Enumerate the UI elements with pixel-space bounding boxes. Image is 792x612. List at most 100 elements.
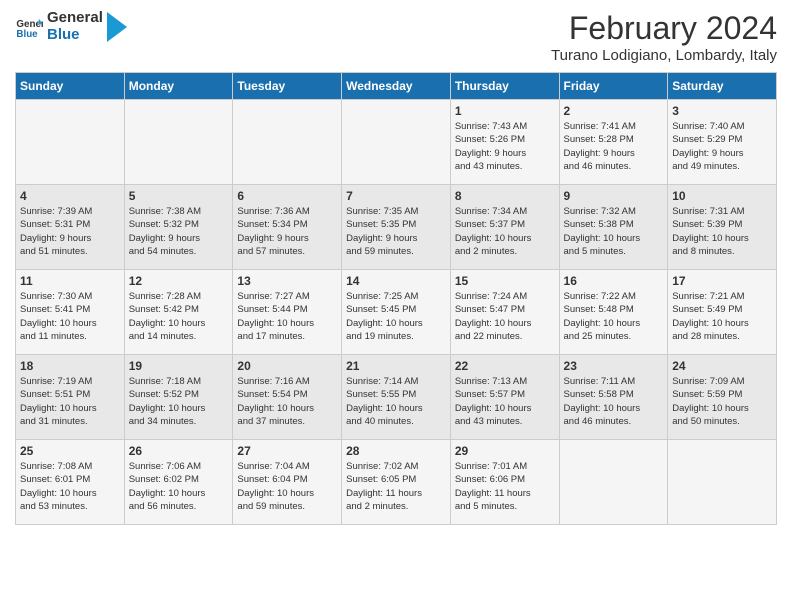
day-header-sunday: Sunday (16, 73, 125, 100)
calendar-cell: 19 Sunrise: 7:18 AM Sunset: 5:52 PM Dayli… (124, 355, 233, 440)
calendar-week-4: 18 Sunrise: 7:19 AM Sunset: 5:51 PM Dayli… (16, 355, 777, 440)
calendar-cell: 16Sunrise: 7:22 AM Sunset: 5:48 PM Dayli… (559, 270, 668, 355)
calendar-cell: 28Sunrise: 7:02 AM Sunset: 6:05 PM Dayli… (342, 440, 451, 525)
day-header-monday: Monday (124, 73, 233, 100)
logo-icon: General Blue (15, 13, 43, 41)
day-info: Sunrise: 7:09 AM Sunset: 5:59 PM Dayligh… (672, 375, 772, 428)
day-number: 25 (20, 444, 120, 458)
day-number: 26 (129, 444, 229, 458)
calendar-cell: 9 Sunrise: 7:32 AM Sunset: 5:38 PM Daylig… (559, 185, 668, 270)
day-number: 8 (455, 189, 555, 203)
main-title: February 2024 (551, 10, 777, 47)
day-number: 13 (237, 274, 337, 288)
day-number: 17 (672, 274, 772, 288)
day-header-friday: Friday (559, 73, 668, 100)
day-info: Sunrise: 7:41 AM Sunset: 5:28 PM Dayligh… (564, 120, 664, 173)
calendar-cell (559, 440, 668, 525)
calendar-cell: 26 Sunrise: 7:06 AM Sunset: 6:02 PM Dayli… (124, 440, 233, 525)
day-number: 27 (237, 444, 337, 458)
calendar-cell: 25Sunrise: 7:08 AM Sunset: 6:01 PM Dayli… (16, 440, 125, 525)
day-info: Sunrise: 7:32 AM Sunset: 5:38 PM Dayligh… (564, 205, 664, 258)
calendar-cell: 10 Sunrise: 7:31 AM Sunset: 5:39 PM Dayli… (668, 185, 777, 270)
day-number: 10 (672, 189, 772, 203)
day-number: 20 (237, 359, 337, 373)
day-number: 19 (129, 359, 229, 373)
day-info: Sunrise: 7:25 AM Sunset: 5:45 PM Dayligh… (346, 290, 446, 343)
title-section: February 2024 Turano Lodigiano, Lombardy… (551, 10, 777, 64)
calendar-week-1: 1 Sunrise: 7:43 AM Sunset: 5:26 PM Daylig… (16, 100, 777, 185)
calendar-cell: 2 Sunrise: 7:41 AM Sunset: 5:28 PM Daylig… (559, 100, 668, 185)
day-info: Sunrise: 7:35 AM Sunset: 5:35 PM Dayligh… (346, 205, 446, 258)
calendar-cell: 23Sunrise: 7:11 AM Sunset: 5:58 PM Dayli… (559, 355, 668, 440)
day-number: 23 (564, 359, 664, 373)
day-number: 12 (129, 274, 229, 288)
calendar-cell: 5 Sunrise: 7:38 AM Sunset: 5:32 PM Daylig… (124, 185, 233, 270)
calendar-cell: 12 Sunrise: 7:28 AM Sunset: 5:42 PM Dayli… (124, 270, 233, 355)
day-info: Sunrise: 7:30 AM Sunset: 5:41 PM Dayligh… (20, 290, 120, 343)
calendar-cell (16, 100, 125, 185)
day-header-tuesday: Tuesday (233, 73, 342, 100)
calendar-table: SundayMondayTuesdayWednesdayThursdayFrid… (15, 72, 777, 525)
calendar-cell: 4 Sunrise: 7:39 AM Sunset: 5:31 PM Daylig… (16, 185, 125, 270)
calendar-cell: 6 Sunrise: 7:36 AM Sunset: 5:34 PM Daylig… (233, 185, 342, 270)
calendar-cell: 3 Sunrise: 7:40 AM Sunset: 5:29 PM Daylig… (668, 100, 777, 185)
day-info: Sunrise: 7:28 AM Sunset: 5:42 PM Dayligh… (129, 290, 229, 343)
day-number: 9 (564, 189, 664, 203)
day-header-thursday: Thursday (450, 73, 559, 100)
sub-title: Turano Lodigiano, Lombardy, Italy (551, 47, 777, 64)
day-number: 28 (346, 444, 446, 458)
day-number: 18 (20, 359, 120, 373)
day-number: 29 (455, 444, 555, 458)
calendar-cell: 8 Sunrise: 7:34 AM Sunset: 5:37 PM Daylig… (450, 185, 559, 270)
calendar-week-2: 4 Sunrise: 7:39 AM Sunset: 5:31 PM Daylig… (16, 185, 777, 270)
calendar-cell: 27Sunrise: 7:04 AM Sunset: 6:04 PM Dayli… (233, 440, 342, 525)
day-info: Sunrise: 7:27 AM Sunset: 5:44 PM Dayligh… (237, 290, 337, 343)
day-info: Sunrise: 7:22 AM Sunset: 5:48 PM Dayligh… (564, 290, 664, 343)
day-info: Sunrise: 7:24 AM Sunset: 5:47 PM Dayligh… (455, 290, 555, 343)
calendar-cell: 20Sunrise: 7:16 AM Sunset: 5:54 PM Dayli… (233, 355, 342, 440)
day-info: Sunrise: 7:40 AM Sunset: 5:29 PM Dayligh… (672, 120, 772, 173)
logo-arrow-icon (107, 12, 127, 42)
calendar-cell: 13 Sunrise: 7:27 AM Sunset: 5:44 PM Dayli… (233, 270, 342, 355)
calendar-cell: 22 Sunrise: 7:13 AM Sunset: 5:57 PM Dayli… (450, 355, 559, 440)
day-number: 5 (129, 189, 229, 203)
day-info: Sunrise: 7:06 AM Sunset: 6:02 PM Dayligh… (129, 460, 229, 513)
day-info: Sunrise: 7:34 AM Sunset: 5:37 PM Dayligh… (455, 205, 555, 258)
calendar-cell (233, 100, 342, 185)
day-number: 6 (237, 189, 337, 203)
day-number: 2 (564, 104, 664, 118)
day-info: Sunrise: 7:43 AM Sunset: 5:26 PM Dayligh… (455, 120, 555, 173)
day-number: 3 (672, 104, 772, 118)
day-number: 24 (672, 359, 772, 373)
day-info: Sunrise: 7:38 AM Sunset: 5:32 PM Dayligh… (129, 205, 229, 258)
day-info: Sunrise: 7:39 AM Sunset: 5:31 PM Dayligh… (20, 205, 120, 258)
day-number: 15 (455, 274, 555, 288)
day-number: 11 (20, 274, 120, 288)
calendar-cell: 17 Sunrise: 7:21 AM Sunset: 5:49 PM Dayli… (668, 270, 777, 355)
calendar-week-5: 25Sunrise: 7:08 AM Sunset: 6:01 PM Dayli… (16, 440, 777, 525)
day-number: 21 (346, 359, 446, 373)
svg-text:Blue: Blue (16, 28, 38, 39)
day-number: 22 (455, 359, 555, 373)
day-info: Sunrise: 7:21 AM Sunset: 5:49 PM Dayligh… (672, 290, 772, 343)
calendar-cell: 24 Sunrise: 7:09 AM Sunset: 5:59 PM Dayli… (668, 355, 777, 440)
day-number: 4 (20, 189, 120, 203)
calendar-cell: 18 Sunrise: 7:19 AM Sunset: 5:51 PM Dayli… (16, 355, 125, 440)
calendar-cell: 11 Sunrise: 7:30 AM Sunset: 5:41 PM Dayli… (16, 270, 125, 355)
day-number: 1 (455, 104, 555, 118)
day-info: Sunrise: 7:19 AM Sunset: 5:51 PM Dayligh… (20, 375, 120, 428)
day-number: 7 (346, 189, 446, 203)
calendar-cell (342, 100, 451, 185)
day-info: Sunrise: 7:31 AM Sunset: 5:39 PM Dayligh… (672, 205, 772, 258)
day-info: Sunrise: 7:36 AM Sunset: 5:34 PM Dayligh… (237, 205, 337, 258)
calendar-cell: 7 Sunrise: 7:35 AM Sunset: 5:35 PM Daylig… (342, 185, 451, 270)
calendar-cell (124, 100, 233, 185)
day-header-saturday: Saturday (668, 73, 777, 100)
day-info: Sunrise: 7:13 AM Sunset: 5:57 PM Dayligh… (455, 375, 555, 428)
calendar-cell: 14Sunrise: 7:25 AM Sunset: 5:45 PM Dayli… (342, 270, 451, 355)
logo-general: General (47, 10, 103, 27)
calendar-cell: 1 Sunrise: 7:43 AM Sunset: 5:26 PM Daylig… (450, 100, 559, 185)
day-info: Sunrise: 7:18 AM Sunset: 5:52 PM Dayligh… (129, 375, 229, 428)
day-header-wednesday: Wednesday (342, 73, 451, 100)
calendar-cell: 29Sunrise: 7:01 AM Sunset: 6:06 PM Dayli… (450, 440, 559, 525)
